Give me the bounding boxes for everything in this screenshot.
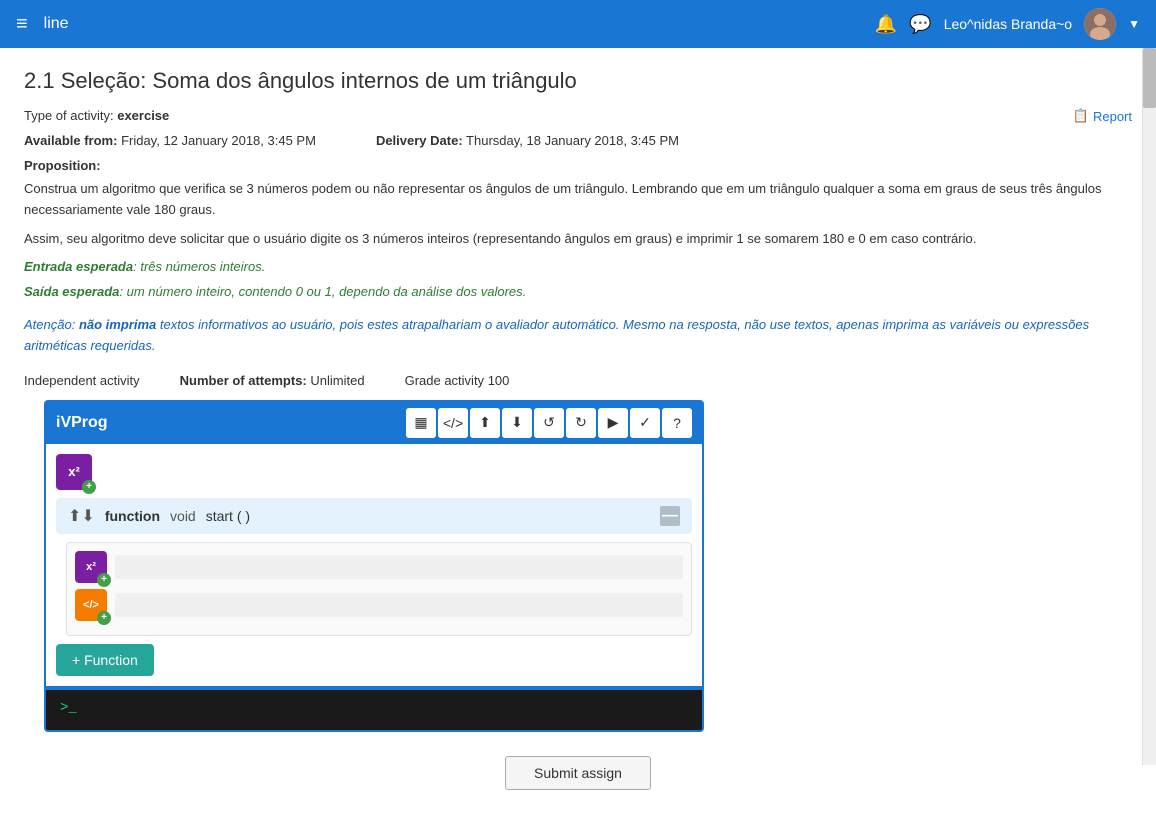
ivprog-toolbar: iVProg ▦ </> ⬆ ⬇ ↺ ↻ ▶ ✓ ? — [46, 402, 702, 444]
bell-icon[interactable]: 🔔 — [875, 14, 897, 35]
attempts-label: Number of attempts: — [180, 373, 307, 388]
delivery-date-label: Delivery Date: — [376, 133, 463, 148]
toolbar-buttons: ▦ </> ⬆ ⬇ ↺ ↻ ▶ ✓ ? — [406, 408, 692, 438]
entrada-esperada: Entrada esperada: três números inteiros. — [24, 257, 1132, 278]
ivprog-terminal: >_ — [46, 690, 702, 730]
add-code-btn-inner[interactable]: </> + — [75, 589, 107, 621]
atencao-text: Atenção: não imprima textos informativos… — [24, 315, 1132, 357]
proposition-label: Proposition: — [24, 158, 1132, 173]
entrada-text: : três números inteiros. — [133, 259, 265, 274]
attempts-info: Number of attempts: Unlimited — [180, 373, 365, 388]
header-right: 🔔 💬 Leo^nidas Branda~o ▼ — [875, 8, 1140, 40]
header-title: line — [44, 15, 69, 33]
add-variable-btn-inner[interactable]: x² + — [75, 551, 107, 583]
inner-line-code — [115, 593, 683, 617]
submit-row: Submit assign — [24, 756, 1132, 790]
chat-icon[interactable]: 💬 — [909, 14, 931, 35]
atencao-before: Atenção: — [24, 317, 79, 332]
meta-row: Type of activity: exercise 📋 Report — [24, 108, 1132, 127]
toolbar-redo-btn[interactable]: ↻ — [566, 408, 596, 438]
scrollbar-thumb — [1143, 48, 1156, 108]
grade-label: Grade activity — [405, 373, 484, 388]
attempts-value: Unlimited — [310, 373, 364, 388]
proposition-text1: Construa um algoritmo que verifica se 3 … — [24, 179, 1132, 221]
toolbar-help-btn[interactable]: ? — [662, 408, 692, 438]
delivery-date-value: Thursday, 18 January 2018, 3:45 PM — [466, 133, 679, 148]
report-link[interactable]: 📋 Report — [1073, 108, 1132, 124]
inner-var-row: x² + — [75, 551, 683, 583]
main-content: 2.1 Seleção: Soma dos ângulos internos d… — [0, 48, 1156, 830]
terminal-prompt: >_ — [60, 700, 77, 716]
proposition-text2: Assim, seu algoritmo deve solicitar que … — [24, 229, 1132, 250]
header: ≡ line 🔔 💬 Leo^nidas Branda~o ▼ — [0, 0, 1156, 48]
plus-badge-inner: + — [97, 573, 111, 587]
inner-line-var — [115, 555, 683, 579]
entrada-label: Entrada esperada — [24, 259, 133, 274]
toolbar-check-btn[interactable]: ✓ — [630, 408, 660, 438]
activity-type-label: Type of activity: — [24, 108, 114, 123]
function-row: ⬆⬇ function void start ( ) — — [56, 498, 692, 534]
function-type: void — [170, 508, 196, 524]
atencao-after: textos informativos ao usuário, pois est… — [24, 317, 1089, 353]
add-function-btn[interactable]: + Function — [56, 644, 154, 676]
toolbar-run-btn[interactable]: ▶ — [598, 408, 628, 438]
function-name: start ( ) — [206, 508, 250, 524]
function-arrows[interactable]: ⬆⬇ — [68, 506, 95, 526]
available-from-label: Available from: — [24, 133, 117, 148]
user-name[interactable]: Leo^nidas Branda~o — [944, 16, 1072, 32]
grade-info: Grade activity 100 — [405, 373, 510, 388]
independent-label: Independent activity — [24, 373, 140, 388]
submit-assign-button[interactable]: Submit assign — [505, 756, 651, 790]
function-body: x² + </> + — [66, 542, 692, 636]
add-variable-btn-top[interactable]: x² + — [56, 454, 92, 490]
function-keyword: function — [105, 508, 160, 524]
saida-text: : um número inteiro, contendo 0 ou 1, de… — [119, 284, 526, 299]
meta-left: Type of activity: exercise — [24, 108, 169, 127]
chevron-down-icon[interactable]: ▼ — [1128, 17, 1140, 31]
saida-label: Saída esperada — [24, 284, 119, 299]
grade-value: 100 — [488, 373, 510, 388]
var-add-row-top: x² + — [56, 454, 692, 490]
ivprog-logo: iVProg — [56, 414, 108, 432]
activity-type-value: exercise — [117, 108, 169, 123]
page-title: 2.1 Seleção: Soma dos ângulos internos d… — [24, 68, 1132, 94]
plus-badge-top: + — [82, 480, 96, 494]
toolbar-download-btn[interactable]: ⬇ — [502, 408, 532, 438]
available-from: Available from: Friday, 12 January 2018,… — [24, 133, 316, 148]
activity-info-bar: Independent activity Number of attempts:… — [24, 373, 1132, 388]
plus-badge-code: + — [97, 611, 111, 625]
toolbar-undo-btn[interactable]: ↺ — [534, 408, 564, 438]
saida-esperada: Saída esperada: um número inteiro, conte… — [24, 282, 1132, 303]
inner-code-row: </> + — [75, 589, 683, 621]
toolbar-layout-btn[interactable]: ▦ — [406, 408, 436, 438]
toolbar-upload-btn[interactable]: ⬆ — [470, 408, 500, 438]
available-from-value: Friday, 12 January 2018, 3:45 PM — [121, 133, 316, 148]
delivery-date: Delivery Date: Thursday, 18 January 2018… — [376, 133, 679, 148]
atencao-bold: não imprima — [79, 317, 156, 332]
header-left: ≡ line — [16, 13, 69, 36]
dates-row: Available from: Friday, 12 January 2018,… — [24, 133, 1132, 148]
report-icon: 📋 — [1073, 108, 1089, 124]
avatar[interactable] — [1084, 8, 1116, 40]
scrollbar[interactable] — [1142, 48, 1156, 765]
ivprog-editor: x² + ⬆⬇ function void start ( ) — x² + — [46, 444, 702, 686]
activity-type: Type of activity: exercise — [24, 108, 169, 123]
function-collapse-btn[interactable]: — — [660, 506, 680, 526]
toolbar-code-btn[interactable]: </> — [438, 408, 468, 438]
hamburger-icon[interactable]: ≡ — [16, 13, 28, 36]
ivprog-widget: iVProg ▦ </> ⬆ ⬇ ↺ ↻ ▶ ✓ ? x² + — [44, 400, 704, 732]
report-label: Report — [1093, 109, 1132, 124]
